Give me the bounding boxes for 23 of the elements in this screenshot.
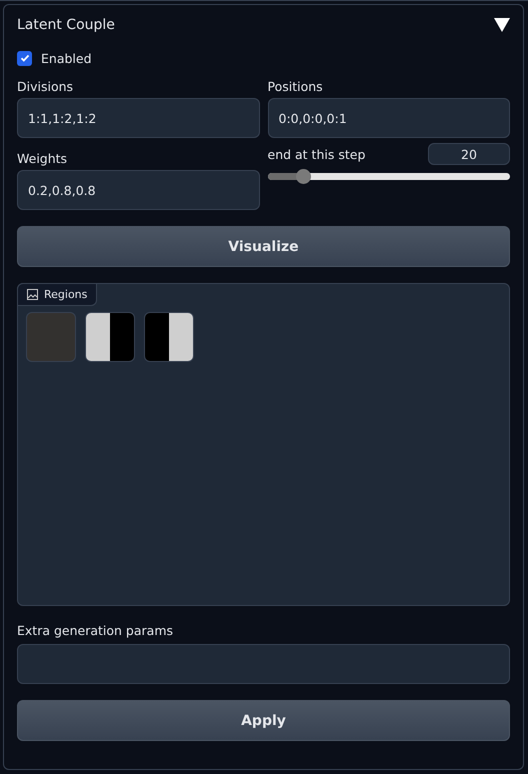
checkmark-icon	[18, 52, 30, 64]
image-icon	[27, 289, 38, 300]
field-label: Extra generation params	[17, 623, 174, 638]
checkbox[interactable]	[17, 50, 32, 66]
checkbox-label: Enabled	[41, 50, 92, 66]
field-label: Divisions	[17, 79, 74, 94]
apply-button[interactable]: Apply	[17, 700, 510, 741]
slider-thumb[interactable]	[296, 169, 311, 184]
field-label: Weights	[17, 151, 68, 166]
collapse-triangle-icon[interactable]	[494, 18, 510, 32]
slider-label: end at this step	[268, 146, 366, 162]
field-label: Positions	[268, 79, 324, 94]
number-field[interactable]: 20	[428, 143, 510, 165]
text-field[interactable]	[17, 644, 510, 684]
region-thumbnail[interactable]	[144, 312, 194, 362]
visualize-button[interactable]: Visualize	[17, 226, 510, 267]
text-field[interactable]: 1:1,1:2,1:2	[17, 98, 260, 138]
text-field[interactable]: 0:0,0:0,0:1	[268, 98, 510, 138]
gallery-label: Regions	[17, 283, 98, 306]
text-field[interactable]: 0.2,0.8,0.8	[17, 170, 260, 210]
region-thumbnail[interactable]	[85, 312, 135, 362]
panel-title: Latent Couple	[17, 17, 115, 33]
region-thumbnail[interactable]	[26, 312, 76, 362]
